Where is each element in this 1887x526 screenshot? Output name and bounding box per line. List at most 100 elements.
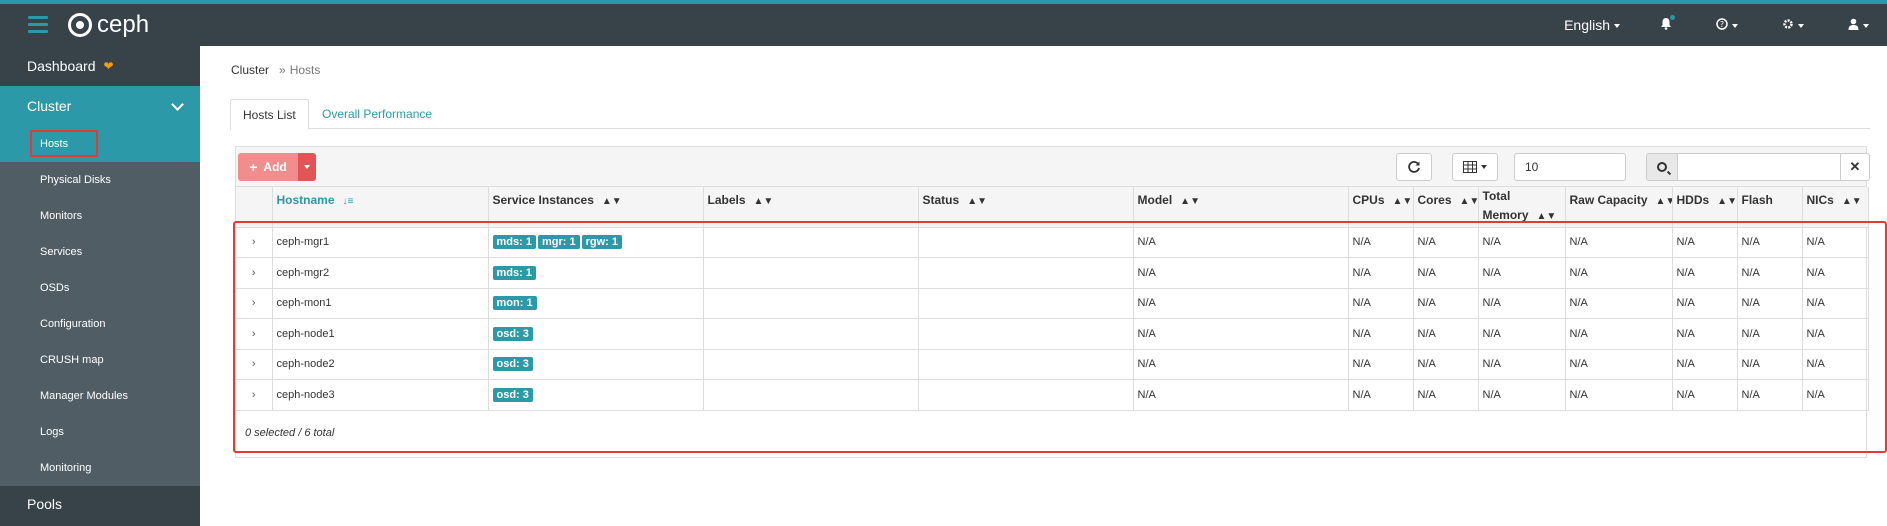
sidebar-item-crush-map[interactable]: CRUSH map <box>0 342 200 378</box>
cell-hdds: N/A <box>1672 257 1738 289</box>
cell-service-instances: osd: 3 <box>488 349 704 380</box>
refresh-button[interactable] <box>1396 153 1432 181</box>
column-header-cores[interactable]: Cores ▲▼ <box>1413 187 1479 228</box>
column-header-flash[interactable]: Flash <box>1737 187 1803 228</box>
sidebar-item-osds[interactable]: OSDs <box>0 270 200 306</box>
add-dropdown-toggle[interactable] <box>298 153 316 181</box>
cell-nics: N/A <box>1802 349 1869 380</box>
sidebar-item-label: Monitors <box>40 210 83 222</box>
table-row[interactable]: › ceph-node3 osd: 3 N/A N/A N/A N/A N/A N/A N/A N/… <box>236 379 1869 411</box>
sidebar-item-monitors[interactable]: Monitors <box>0 198 200 234</box>
table-row[interactable]: › ceph-node1 osd: 3 N/A N/A N/A N/A N/A N/A N/A N/… <box>236 318 1869 350</box>
cell-raw-capacity: N/A <box>1565 288 1673 319</box>
column-header-nics[interactable]: NICs ▲▼ <box>1802 187 1869 228</box>
cell-hostname: ceph-node1 <box>272 318 489 350</box>
page-size-input[interactable]: 10 <box>1514 153 1626 181</box>
column-header-status[interactable]: Status ▲▼ <box>918 187 1134 228</box>
table-row[interactable]: › ceph-mon1 mon: 1 N/A N/A N/A N/A N/A N/A N/A N/A <box>236 288 1869 319</box>
table-row[interactable]: › ceph-mgr1 mds: 1 mgr: 1 rgw: 1 N/A N/A N/A N/A… <box>236 227 1869 258</box>
cell-status <box>918 227 1134 258</box>
cell-model: N/A <box>1133 318 1349 350</box>
expand-row-icon[interactable]: › <box>236 349 273 380</box>
menu-toggle-icon[interactable] <box>28 16 48 34</box>
cell-model: N/A <box>1133 349 1349 380</box>
breadcrumb-parent[interactable]: Cluster <box>231 63 269 77</box>
tab-overall-performance[interactable]: Overall Performance <box>310 99 444 130</box>
search-input[interactable] <box>1678 153 1842 181</box>
language-dropdown[interactable]: English <box>1564 17 1620 33</box>
sort-icon: ▲▼ <box>1655 196 1671 207</box>
cell-status <box>918 318 1134 350</box>
sort-icon: ▲▼ <box>1536 211 1557 222</box>
sidebar-item-pools[interactable]: Pools <box>0 486 200 522</box>
cell-flash: N/A <box>1737 379 1803 411</box>
sidebar-item-cluster[interactable]: Cluster <box>0 86 200 126</box>
help-icon: ? <box>1716 17 1728 30</box>
cell-flash: N/A <box>1737 257 1803 289</box>
expand-row-icon[interactable]: › <box>236 227 273 258</box>
cell-flash: N/A <box>1737 227 1803 258</box>
column-header-raw-capacity[interactable]: Raw Capacity ▲▼ <box>1565 187 1673 228</box>
cell-status <box>918 379 1134 411</box>
tab-hosts-list[interactable]: Hosts List <box>230 99 309 130</box>
settings-dropdown[interactable] <box>1782 18 1804 33</box>
hosts-table: + Add 10 ✕ Hostname ↓≡ Service Instances… <box>235 146 1870 458</box>
clear-search-button[interactable]: ✕ <box>1840 153 1870 181</box>
notifications-button[interactable] <box>1660 15 1675 33</box>
cell-cores: N/A <box>1413 349 1479 380</box>
highlight-box <box>30 130 98 157</box>
cell-raw-capacity: N/A <box>1565 227 1673 258</box>
sidebar-item-logs[interactable]: Logs <box>0 414 200 450</box>
expand-row-icon[interactable]: › <box>236 257 273 289</box>
sidebar-item-hosts[interactable]: Hosts <box>0 126 200 162</box>
breadcrumb-separator-icon: » <box>279 63 286 77</box>
column-header-labels[interactable]: Labels ▲▼ <box>703 187 919 228</box>
help-dropdown[interactable]: ? <box>1716 17 1738 33</box>
cell-cpus: N/A <box>1348 349 1414 380</box>
column-header-hostname[interactable]: Hostname ↓≡ <box>272 187 489 228</box>
service-badge: osd: 3 <box>492 326 533 341</box>
sidebar-item-manager-modules[interactable]: Manager Modules <box>0 378 200 414</box>
column-toggle-button[interactable] <box>1452 153 1498 181</box>
expand-row-icon[interactable]: › <box>236 379 273 411</box>
sidebar-item-configuration[interactable]: Configuration <box>0 306 200 342</box>
column-header-cpus[interactable]: CPUs ▲▼ <box>1348 187 1414 228</box>
column-header-label: Cores <box>1417 193 1452 207</box>
column-header-model[interactable]: Model ▲▼ <box>1133 187 1349 228</box>
cell-cores: N/A <box>1413 257 1479 289</box>
cell-service-instances: osd: 3 <box>488 318 704 350</box>
cell-hdds: N/A <box>1672 349 1738 380</box>
sort-icon: ▲▼ <box>1459 196 1478 207</box>
service-badge: osd: 3 <box>492 387 533 402</box>
table-row[interactable]: › ceph-mgr2 mds: 1 N/A N/A N/A N/A N/A N/A N/A N/A <box>236 257 1869 289</box>
cell-hostname: ceph-node3 <box>272 379 489 411</box>
expand-row-icon[interactable]: › <box>236 318 273 350</box>
cell-hdds: N/A <box>1672 288 1738 319</box>
column-header-hdds[interactable]: HDDs ▲▼ <box>1672 187 1738 228</box>
cell-service-instances: mds: 1 <box>488 257 704 289</box>
cell-flash: N/A <box>1737 288 1803 319</box>
logo-text: ceph <box>97 11 150 38</box>
language-label: English <box>1564 17 1610 33</box>
sidebar-item-label: Configuration <box>40 318 106 330</box>
sidebar-item-monitoring[interactable]: Monitoring <box>0 450 200 486</box>
sidebar-item-services[interactable]: Services <box>0 234 200 270</box>
sidebar-item-label: Pools <box>27 496 63 512</box>
user-dropdown[interactable] <box>1848 18 1869 33</box>
table-row[interactable]: › ceph-node2 osd: 3 N/A N/A N/A N/A N/A N/A N/A N/… <box>236 349 1869 380</box>
sidebar-item-physical-disks[interactable]: Physical Disks <box>0 162 200 198</box>
sidebar: Dashboard ❤ Cluster Hosts Physical Disks… <box>0 46 200 526</box>
add-button[interactable]: + Add <box>238 153 298 181</box>
column-header-total-memory[interactable]: Total Memory ▲▼ <box>1478 187 1566 228</box>
expand-row-icon[interactable]: › <box>236 288 273 319</box>
column-header-service-instances[interactable]: Service Instances ▲▼ <box>488 187 704 228</box>
sort-icon: ▲▼ <box>753 196 774 207</box>
service-badge: mds: 1 <box>492 235 536 250</box>
cell-cpus: N/A <box>1348 379 1414 411</box>
ceph-logo[interactable]: ceph <box>68 11 150 38</box>
sidebar-item-dashboard[interactable]: Dashboard ❤ <box>0 46 200 86</box>
cell-nics: N/A <box>1802 318 1869 350</box>
search-icon <box>1657 162 1667 172</box>
sidebar-item-label: Manager Modules <box>40 390 129 402</box>
sidebar-item-label: Services <box>40 246 83 258</box>
